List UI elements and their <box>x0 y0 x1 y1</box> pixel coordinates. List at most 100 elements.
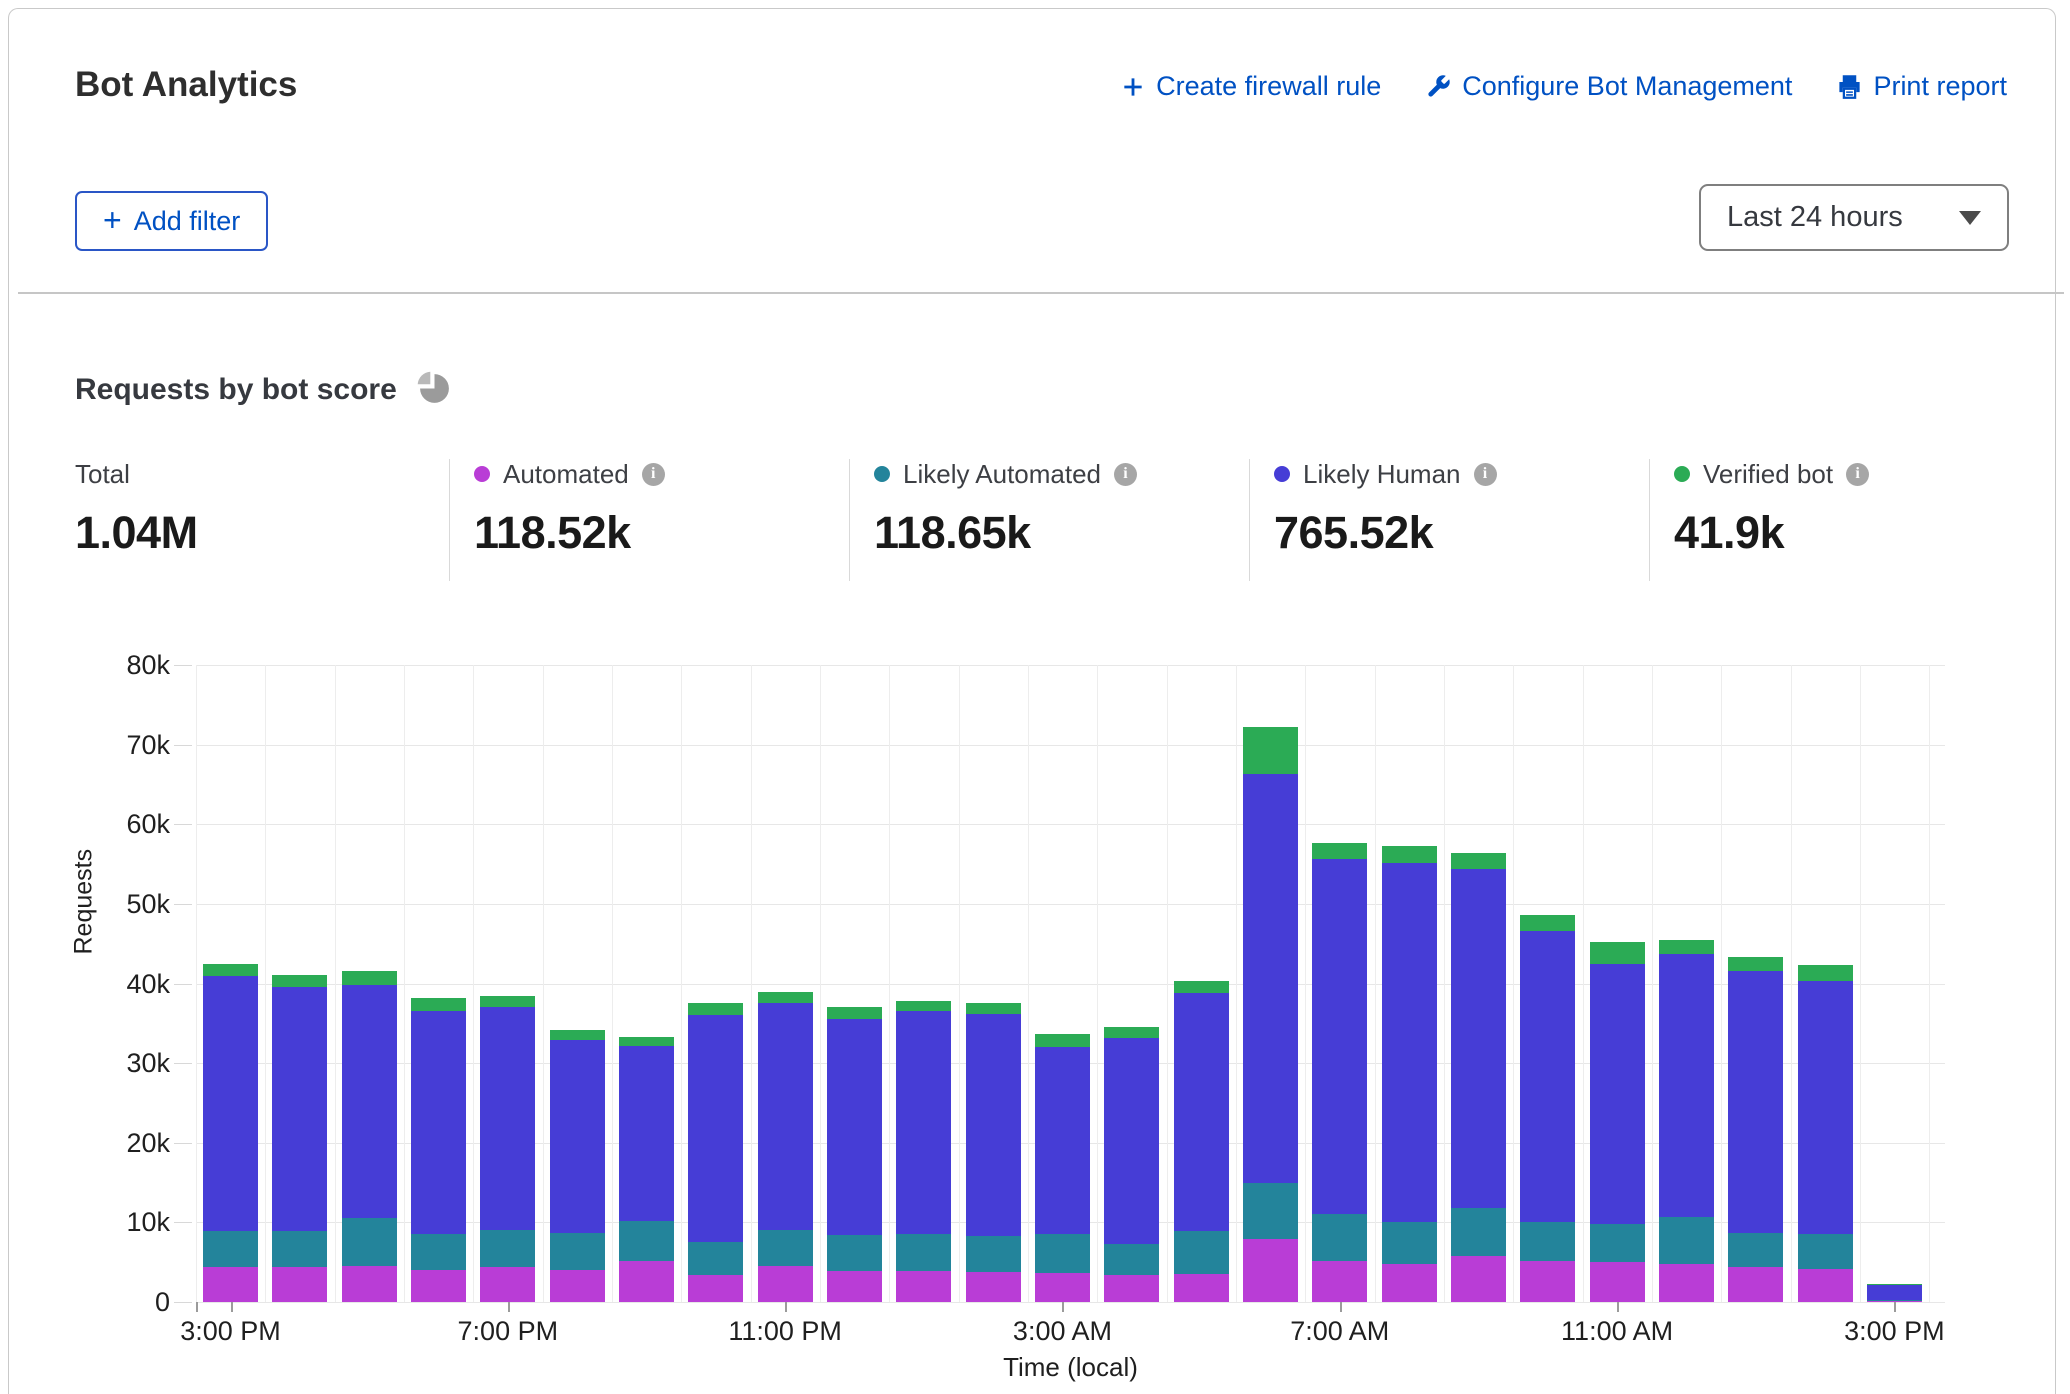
bar-segment-automated <box>550 1270 605 1302</box>
y-gridline <box>196 904 1945 905</box>
bar-segment-automated <box>1035 1273 1090 1302</box>
bar-segment-likely-automated <box>411 1234 466 1271</box>
y-gridline <box>196 824 1945 825</box>
chart-bar-9-00-am[interactable] <box>1451 853 1506 1302</box>
chart-bar-10-00-am[interactable] <box>1520 915 1575 1302</box>
chart-bar-11-00-pm[interactable] <box>758 992 813 1302</box>
x-gridline <box>404 665 405 1302</box>
chart-bar-4-00-am[interactable] <box>1104 1026 1159 1302</box>
x-gridline <box>1028 665 1029 1302</box>
x-gridline <box>1583 665 1584 1302</box>
chart-bar-6-00-pm[interactable] <box>411 998 466 1302</box>
bar-segment-likely-automated <box>758 1230 813 1267</box>
y-axis-tick <box>174 745 192 746</box>
y-tick-label: 70k <box>100 730 170 761</box>
bar-segment-verified-bot <box>342 971 397 985</box>
chart-bar-10-00-pm[interactable] <box>688 1003 743 1302</box>
bar-segment-likely-automated <box>342 1218 397 1266</box>
bar-segment-verified-bot <box>203 964 258 976</box>
bar-segment-likely-automated <box>827 1235 882 1271</box>
x-gridline <box>889 665 890 1302</box>
bar-segment-likely-human <box>1035 1047 1090 1234</box>
chart-bar-5-00-pm[interactable] <box>342 971 397 1302</box>
x-gridline <box>265 665 266 1302</box>
x-gridline <box>959 665 960 1302</box>
bar-segment-automated <box>411 1270 466 1302</box>
x-gridline <box>1167 665 1168 1302</box>
x-axis-tick <box>1062 1302 1064 1312</box>
chart-bar-7-00-am[interactable] <box>1312 843 1367 1302</box>
bar-segment-automated <box>896 1271 951 1302</box>
bar-segment-verified-bot <box>1798 965 1853 981</box>
bar-segment-verified-bot <box>1035 1034 1090 1048</box>
chart-bar-6-00-am[interactable] <box>1243 727 1298 1302</box>
bar-segment-verified-bot <box>550 1030 605 1040</box>
chart-bar-12-00-pm[interactable] <box>1659 940 1714 1302</box>
bar-segment-likely-automated <box>1035 1234 1090 1273</box>
bar-segment-likely-human <box>272 987 327 1231</box>
x-gridline <box>1929 665 1930 1302</box>
chart-bar-11-00-am[interactable] <box>1590 942 1645 1302</box>
x-gridline <box>1444 665 1445 1302</box>
bar-segment-likely-human <box>342 985 397 1218</box>
chart-bar-2-00-pm[interactable] <box>1798 965 1853 1302</box>
bar-segment-automated <box>1243 1239 1298 1302</box>
y-axis-tick <box>174 1143 192 1144</box>
bar-segment-likely-automated <box>1590 1224 1645 1262</box>
chart-bar-8-00-am[interactable] <box>1382 846 1437 1302</box>
x-tick-label: 7:00 PM <box>423 1316 593 1347</box>
x-axis-tick <box>508 1302 510 1312</box>
x-axis-tick <box>231 1302 233 1312</box>
chart-bar-7-00-pm[interactable] <box>480 996 535 1302</box>
chart-bar-12-00-am[interactable] <box>827 1007 882 1302</box>
bar-segment-automated <box>342 1266 397 1302</box>
y-axis-title: Requests <box>70 915 99 955</box>
x-gridline <box>820 665 821 1302</box>
chart-bar-3-00-pm[interactable] <box>203 964 258 1302</box>
bar-segment-likely-human <box>411 1011 466 1234</box>
chart-bar-5-00-am[interactable] <box>1174 981 1229 1302</box>
bar-segment-likely-human <box>1659 954 1714 1217</box>
x-gridline <box>681 665 682 1302</box>
chart-bar-1-00-am[interactable] <box>896 1001 951 1302</box>
x-gridline <box>751 665 752 1302</box>
bar-segment-likely-human <box>203 976 258 1232</box>
bar-segment-automated <box>966 1272 1021 1302</box>
y-axis-tick <box>174 1063 192 1064</box>
x-gridline <box>1236 665 1237 1302</box>
bar-segment-likely-human <box>1451 869 1506 1208</box>
bar-segment-verified-bot <box>1659 940 1714 954</box>
x-gridline <box>1721 665 1722 1302</box>
chart-bar-2-00-am[interactable] <box>966 1003 1021 1302</box>
x-gridline <box>1375 665 1376 1302</box>
bar-segment-automated <box>272 1267 327 1302</box>
x-axis-tick <box>1894 1302 1896 1312</box>
bar-segment-automated <box>1174 1274 1229 1302</box>
bar-segment-likely-human <box>1243 774 1298 1183</box>
bar-segment-likely-human <box>1104 1038 1159 1244</box>
bar-segment-likely-automated <box>966 1236 1021 1272</box>
chart-bar-8-00-pm[interactable] <box>550 1030 605 1302</box>
bar-segment-verified-bot <box>1312 843 1367 858</box>
x-tick-label: 7:00 AM <box>1255 1316 1425 1347</box>
bar-segment-verified-bot <box>1520 915 1575 931</box>
bar-segment-likely-human <box>1728 971 1783 1233</box>
chart-bar-3-00-am[interactable] <box>1035 1034 1090 1302</box>
x-tick-label: 11:00 PM <box>700 1316 870 1347</box>
bar-segment-likely-human <box>827 1019 882 1236</box>
bar-segment-likely-human <box>1312 859 1367 1214</box>
bar-segment-automated <box>203 1267 258 1302</box>
chart-bar-1-00-pm[interactable] <box>1728 957 1783 1302</box>
y-axis-tick <box>174 1222 192 1223</box>
chart-bar-9-00-pm[interactable] <box>619 1037 674 1302</box>
x-gridline <box>612 665 613 1302</box>
bar-segment-verified-bot <box>758 992 813 1002</box>
x-gridline <box>1097 665 1098 1302</box>
bar-segment-automated <box>1451 1256 1506 1302</box>
bar-segment-likely-human <box>896 1011 951 1235</box>
bar-segment-likely-automated <box>1659 1217 1714 1264</box>
y-tick-label: 20k <box>100 1128 170 1159</box>
chart-bar-3-00-pm[interactable] <box>1867 1284 1922 1302</box>
y-tick-label: 80k <box>100 650 170 681</box>
chart-bar-4-00-pm[interactable] <box>272 975 327 1302</box>
